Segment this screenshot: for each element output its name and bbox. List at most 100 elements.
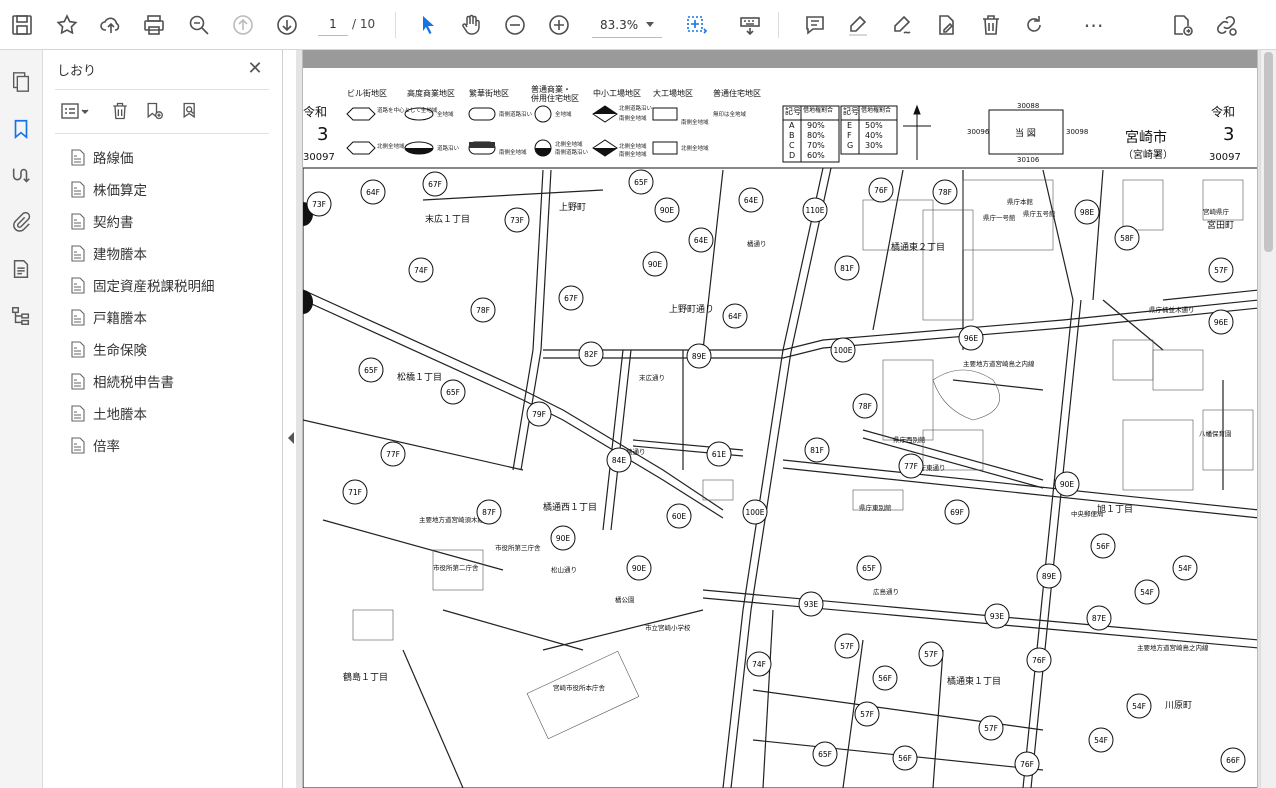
attachment-icon[interactable]: [7, 208, 35, 236]
export-pdf-icon[interactable]: [1166, 9, 1198, 41]
route-price-marker: 73F: [504, 207, 530, 233]
bookmark-item[interactable]: 戸籍謄本: [71, 304, 271, 330]
chevron-down-icon[interactable]: [646, 22, 654, 27]
route-price-label: 69F: [950, 508, 964, 517]
scrollbar-thumb[interactable]: [1264, 52, 1273, 252]
content-tree-icon[interactable]: [7, 302, 35, 330]
more-icon[interactable]: ⋯: [1078, 9, 1110, 41]
keyboard-scroll-icon[interactable]: [734, 9, 766, 41]
bookmark-item[interactable]: 相続税申告書: [71, 368, 271, 394]
bookmark-item[interactable]: 株価算定: [71, 176, 271, 202]
vertical-scrollbar[interactable]: [1260, 50, 1276, 788]
route-price-marker: 60E: [666, 503, 692, 529]
legend-note: 南側全地域: [619, 150, 647, 158]
delete-bookmark-icon[interactable]: [107, 98, 133, 124]
legend-note: 北側道路沿い: [619, 104, 653, 112]
route-price-label: 54F: [1132, 702, 1146, 711]
route-price-label: 77F: [904, 462, 918, 471]
bookmark-item[interactable]: 生命保険: [71, 336, 271, 362]
route-price-label: 61E: [712, 450, 727, 459]
route-price-marker: 84E: [606, 447, 632, 473]
rotate-icon[interactable]: [1018, 9, 1050, 41]
zoom-in-icon[interactable]: [543, 9, 575, 41]
highlight-pen-icon[interactable]: [842, 9, 874, 41]
street-label: 中央郵便局: [1071, 509, 1104, 518]
bookmark-label: 倍率: [93, 439, 120, 455]
route-price-label: 64E: [744, 196, 759, 205]
route-price-label: 67F: [428, 180, 442, 189]
find-bookmark-icon[interactable]: [177, 98, 203, 124]
bookmark-item[interactable]: 固定資産税課税明細: [71, 272, 271, 298]
map-code-left: 30097: [303, 152, 335, 163]
route-price-marker: 73F: [306, 191, 332, 217]
route-price-label: 57F: [860, 710, 874, 719]
page-number-input[interactable]: [318, 12, 348, 36]
route-price-marker: 56F: [1090, 533, 1116, 559]
bookmark-item[interactable]: 契約書: [71, 208, 271, 234]
bookmark-label: 生命保険: [93, 343, 147, 359]
next-page-icon[interactable]: [271, 9, 303, 41]
delete-icon[interactable]: [975, 9, 1007, 41]
legend-note: 道路沿い: [437, 144, 460, 152]
comment-icon[interactable]: [799, 9, 831, 41]
route-price-label: 64F: [728, 312, 742, 321]
route-price-marker: 65F: [358, 357, 384, 383]
sign-icon[interactable]: [886, 9, 918, 41]
route-price-marker: 64E: [738, 187, 764, 213]
route-price-label: 78F: [858, 402, 872, 411]
fit-page-icon[interactable]: [680, 9, 712, 41]
route-price-label: 65F: [364, 366, 378, 375]
document-viewer[interactable]: 令和 3 30097 ビル街地区 高度商業地区 繁華街地区 普通商業・ 併用住宅…: [296, 50, 1276, 788]
route-price-label: 110E: [805, 206, 824, 215]
place-label: 上野町通り: [669, 304, 714, 315]
prev-page-icon[interactable]: [227, 9, 259, 41]
document-properties-icon[interactable]: [7, 255, 35, 283]
bookmark-item[interactable]: 倍率: [71, 432, 271, 458]
star-icon[interactable]: [51, 9, 83, 41]
route-price-marker: 87E: [1086, 605, 1112, 631]
hand-icon[interactable]: [455, 9, 487, 41]
street-label: 末広通り: [639, 373, 665, 382]
route-price-label: 64F: [366, 188, 380, 197]
legend-note: 南側全地域: [681, 118, 709, 126]
route-price-label: 81F: [810, 446, 824, 455]
print-icon[interactable]: [138, 9, 170, 41]
fill-sign-icon[interactable]: [930, 9, 962, 41]
street-label: 県庁楠並木通り: [1149, 305, 1195, 314]
bookmark-page-icon: [71, 148, 85, 166]
save-icon[interactable]: [6, 9, 38, 41]
close-icon[interactable]: ✕: [245, 59, 265, 79]
ratio-code: G: [847, 141, 853, 150]
route-price-label: 96E: [964, 334, 979, 343]
bookmark-icon[interactable]: [7, 115, 35, 143]
route-price-label: 71F: [348, 488, 362, 497]
select-arrow-icon[interactable]: [412, 9, 444, 41]
building-label: 宮崎県庁: [1203, 207, 1230, 216]
route-price-label: 78F: [938, 188, 952, 197]
new-bookmark-icon[interactable]: [141, 98, 167, 124]
zoom-search-icon[interactable]: [183, 9, 215, 41]
bookmark-options-icon[interactable]: [55, 98, 95, 124]
route-price-marker: 69F: [944, 499, 970, 525]
route-price-marker: 57F: [918, 641, 944, 667]
ratio-code: C: [789, 141, 795, 150]
bookmark-item[interactable]: 路線価: [71, 144, 271, 170]
bookmark-item[interactable]: 建物謄本: [71, 240, 271, 266]
bookmark-label: 土地謄本: [93, 407, 147, 423]
route-price-marker: 82F: [578, 341, 604, 367]
collapse-panel-icon[interactable]: [286, 430, 296, 446]
route-price-label: 90E: [660, 206, 675, 215]
zoom-out-icon[interactable]: [499, 9, 531, 41]
navigation-rail: [0, 50, 43, 788]
bookmark-item[interactable]: 土地謄本: [71, 400, 271, 426]
legend-note: 南側全地域: [499, 148, 527, 156]
bookmark-label: 契約書: [93, 215, 134, 231]
route-price-marker: 56F: [892, 745, 918, 771]
legend-note: 全地域: [437, 110, 454, 118]
upload-icon[interactable]: [95, 9, 127, 41]
ratio-header: 借地権割合: [803, 106, 833, 114]
signature-icon[interactable]: [7, 162, 35, 190]
page-thumbnails-icon[interactable]: [7, 68, 35, 96]
share-link-icon[interactable]: [1210, 9, 1242, 41]
route-price-marker: 100E: [830, 337, 856, 363]
